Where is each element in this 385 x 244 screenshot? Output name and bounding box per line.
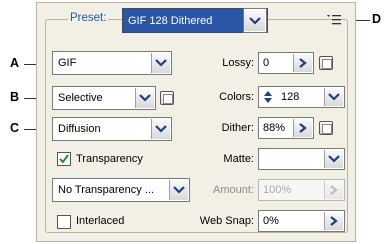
- callout-c: C: [10, 121, 20, 135]
- colors-stepper-icon[interactable]: [263, 90, 273, 107]
- dither-input[interactable]: 88%: [258, 117, 314, 139]
- callout-b: B: [10, 90, 20, 104]
- lossy-value: 0: [263, 57, 270, 69]
- dither-algorithm-select[interactable]: Diffusion: [52, 117, 172, 141]
- chevron-down-icon: [244, 10, 265, 31]
- dither-mask-button[interactable]: [319, 121, 333, 135]
- colors-label: Colors:: [219, 91, 254, 103]
- chevron-down-icon: [151, 53, 170, 73]
- color-reduction-select[interactable]: Selective: [52, 86, 156, 110]
- websnap-input[interactable]: 0%: [258, 210, 345, 232]
- amount-slider-button[interactable]: [324, 181, 343, 199]
- lossy-input[interactable]: 0: [258, 52, 314, 74]
- lossy-label: Lossy:: [222, 57, 254, 69]
- chevron-down-icon: [151, 119, 170, 139]
- matte-select[interactable]: [258, 148, 345, 170]
- file-format-select[interactable]: GIF: [52, 51, 172, 75]
- amount-input[interactable]: 100%: [258, 179, 345, 201]
- panel-menu-icon[interactable]: [327, 14, 341, 26]
- matte-label: Matte:: [223, 153, 254, 165]
- dither-value: 88%: [263, 122, 286, 134]
- amount-value: 100%: [263, 184, 292, 196]
- lossy-slider-button[interactable]: [293, 54, 312, 72]
- websnap-slider-button[interactable]: [324, 212, 343, 230]
- transparency-checkbox[interactable]: [57, 152, 71, 166]
- chevron-right-icon: [330, 185, 338, 195]
- chevron-down-icon: [324, 88, 343, 106]
- chevron-right-icon: [330, 216, 338, 226]
- preset-dropdown-button[interactable]: [243, 8, 267, 33]
- checkmark-icon: [59, 154, 69, 164]
- chevron-right-icon: [299, 123, 307, 133]
- websnap-value: 0%: [263, 215, 279, 227]
- colors-select[interactable]: 128: [258, 86, 345, 108]
- dither-label: Dither:: [221, 122, 254, 134]
- colors-value: 128: [281, 91, 300, 103]
- chevron-down-icon: [135, 88, 154, 108]
- websnap-label: Web Snap:: [199, 215, 254, 227]
- callout-d: D: [372, 12, 382, 26]
- transparency-label: Transparency: [76, 153, 143, 165]
- color-reduction-mask-button[interactable]: [160, 91, 174, 105]
- transparency-dither-select[interactable]: No Transparency ...: [52, 178, 190, 202]
- interlaced-label: Interlaced: [76, 215, 125, 227]
- lossy-mask-button[interactable]: [319, 56, 333, 70]
- chevron-down-icon: [324, 150, 343, 168]
- dither-slider-button[interactable]: [293, 119, 312, 137]
- chevron-right-icon: [299, 58, 307, 68]
- preset-label: Preset:: [68, 12, 109, 24]
- callout-a: A: [10, 56, 20, 70]
- amount-label: Amount:: [213, 184, 254, 196]
- interlaced-checkbox[interactable]: [57, 215, 71, 229]
